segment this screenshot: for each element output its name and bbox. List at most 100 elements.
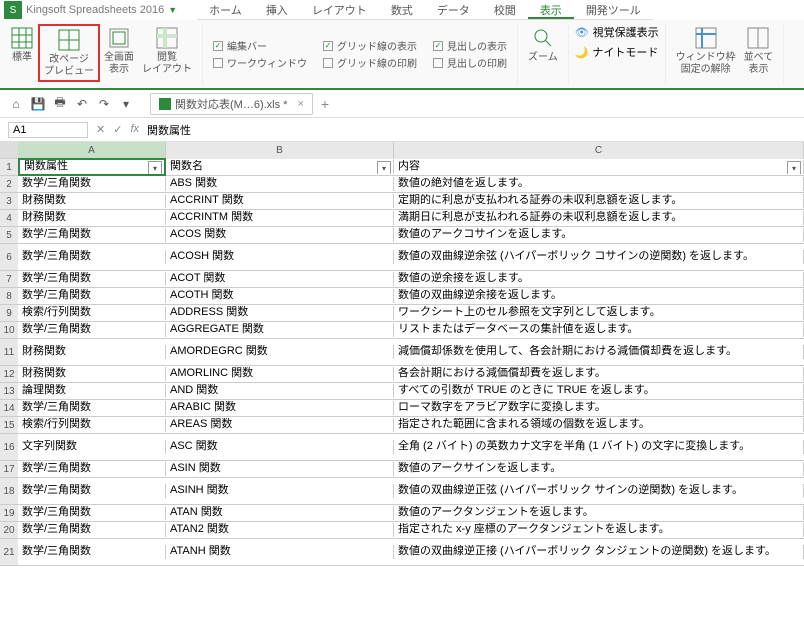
zoom-button[interactable]: ズーム bbox=[524, 24, 562, 66]
cell[interactable]: すべての引数が TRUE のときに TRUE を返します。 bbox=[394, 384, 804, 397]
show-option-グリッド線の表示[interactable]: ✓グリッド線の表示 bbox=[323, 38, 417, 53]
print-icon[interactable]: 🖶 bbox=[52, 96, 68, 112]
tab-開発ツール[interactable]: 開発ツール bbox=[574, 0, 653, 19]
row-header[interactable]: 4 bbox=[0, 210, 18, 227]
cell[interactable]: ワークシート上のセル参照を文字列として返します。 bbox=[394, 306, 804, 319]
cell[interactable]: 数値の双曲線逆正弦 (ハイパーボリック サインの逆関数) を返します。 bbox=[394, 484, 804, 497]
view-page-break-preview[interactable]: 改ページ プレビュー bbox=[38, 24, 100, 82]
cell[interactable]: 数値の逆余接を返します。 bbox=[394, 272, 804, 285]
cell[interactable]: ACOSH 関数 bbox=[166, 250, 394, 263]
cell[interactable]: 財務関数 bbox=[18, 194, 166, 207]
cell[interactable]: 数学/三角関数 bbox=[18, 401, 166, 414]
view-reading-layout[interactable]: 閲覧 レイアウト bbox=[138, 24, 196, 82]
cell[interactable]: 数学/三角関数 bbox=[18, 272, 166, 285]
cell[interactable]: 数学/三角関数 bbox=[18, 250, 166, 263]
cell[interactable]: ACOTH 関数 bbox=[166, 289, 394, 302]
cell[interactable]: ATAN 関数 bbox=[166, 506, 394, 519]
app-dropdown-icon[interactable]: ▼ bbox=[168, 5, 177, 15]
cell[interactable]: 数値の双曲線逆余弦 (ハイパーボリック コサインの逆関数) を返します。 bbox=[394, 250, 804, 263]
row-header[interactable]: 5 bbox=[0, 227, 18, 244]
cell[interactable]: AREAS 関数 bbox=[166, 418, 394, 431]
cell[interactable]: ARABIC 関数 bbox=[166, 401, 394, 414]
accept-icon[interactable]: ✓ bbox=[113, 123, 122, 136]
vision-protect[interactable]: 👁 視覚保護表示 bbox=[575, 24, 659, 40]
cell[interactable]: 数学/三角関数 bbox=[18, 506, 166, 519]
view-normal[interactable]: 標準 bbox=[6, 24, 38, 82]
tab-校閲[interactable]: 校閲 bbox=[482, 0, 528, 19]
show-option-編集バー[interactable]: ✓編集バー bbox=[213, 38, 307, 53]
cell[interactable]: AMORLINC 関数 bbox=[166, 367, 394, 380]
cell[interactable]: AMORDEGRC 関数 bbox=[166, 345, 394, 358]
row-header[interactable]: 15 bbox=[0, 417, 18, 434]
add-tab-button[interactable]: + bbox=[321, 96, 329, 112]
cell-reference-input[interactable] bbox=[8, 122, 88, 138]
cell[interactable]: 数値のアークコサインを返します。 bbox=[394, 228, 804, 241]
cell[interactable]: ASINH 関数 bbox=[166, 484, 394, 497]
formula-content[interactable]: 関数属性 bbox=[147, 122, 191, 138]
cell[interactable]: 数値の双曲線逆正接 (ハイパーボリック タンジェントの逆関数) を返します。 bbox=[394, 545, 804, 558]
cell[interactable]: 検索/行列関数 bbox=[18, 418, 166, 431]
cell[interactable]: 満期日に利息が支払われる証券の未収利息額を返します。 bbox=[394, 211, 804, 224]
row-header[interactable]: 8 bbox=[0, 288, 18, 305]
row-header[interactable]: 19 bbox=[0, 505, 18, 522]
cell[interactable]: 検索/行列関数 bbox=[18, 306, 166, 319]
cell[interactable]: ATANH 関数 bbox=[166, 545, 394, 558]
show-option-見出しの表示[interactable]: ✓見出しの表示 bbox=[433, 38, 507, 53]
cell[interactable]: AGGREGATE 関数 bbox=[166, 323, 394, 336]
show-option-グリッド線の印刷[interactable]: グリッド線の印刷 bbox=[323, 55, 417, 70]
row-header[interactable]: 17 bbox=[0, 461, 18, 478]
cell[interactable]: 数学/三角関数 bbox=[18, 462, 166, 475]
tab-数式[interactable]: 数式 bbox=[379, 0, 425, 19]
cell[interactable]: ASIN 関数 bbox=[166, 462, 394, 475]
cell[interactable]: 数学/三角関数 bbox=[18, 545, 166, 558]
freeze-panes[interactable]: ウィンドウ枠 固定の解除 bbox=[672, 24, 740, 78]
cell[interactable]: 数値の双曲線逆余接を返します。 bbox=[394, 289, 804, 302]
filter-arrow-icon[interactable]: ▾ bbox=[377, 161, 391, 173]
cell[interactable]: 減価償却係数を使用して、各会計期における減価償却費を返します。 bbox=[394, 345, 804, 358]
cell[interactable]: 各会計期における減価償却費を返します。 bbox=[394, 367, 804, 380]
row-header[interactable]: 1 bbox=[0, 159, 18, 176]
cell[interactable]: 定期的に利息が支払われる証券の未収利息額を返します。 bbox=[394, 194, 804, 207]
show-option-見出しの印刷[interactable]: 見出しの印刷 bbox=[433, 55, 507, 70]
cell[interactable]: ACOS 関数 bbox=[166, 228, 394, 241]
close-tab-icon[interactable]: × bbox=[297, 98, 303, 110]
cell[interactable]: ローマ数字をアラビア数字に変換します。 bbox=[394, 401, 804, 414]
cell[interactable]: ACCRINTM 関数 bbox=[166, 211, 394, 224]
select-all-corner[interactable] bbox=[0, 142, 18, 159]
tab-ホーム[interactable]: ホーム bbox=[197, 0, 254, 19]
row-header[interactable]: 12 bbox=[0, 366, 18, 383]
cell[interactable]: 財務関数 bbox=[18, 211, 166, 224]
fx-icon[interactable]: fx bbox=[130, 123, 139, 136]
cell[interactable]: 数学/三角関数 bbox=[18, 228, 166, 241]
arrange-windows[interactable]: 並べて 表示 bbox=[740, 24, 778, 78]
row-header[interactable]: 13 bbox=[0, 383, 18, 400]
tab-データ[interactable]: データ bbox=[425, 0, 482, 19]
cell-a1[interactable]: 関数属性 ▾ bbox=[18, 158, 166, 175]
redo-icon[interactable]: ↷ bbox=[96, 96, 112, 112]
row-header[interactable]: 21 bbox=[0, 539, 18, 566]
cell[interactable]: AND 関数 bbox=[166, 384, 394, 397]
row-header[interactable]: 18 bbox=[0, 478, 18, 505]
cell[interactable]: 数学/三角関数 bbox=[18, 177, 166, 190]
cell[interactable]: 数学/三角関数 bbox=[18, 523, 166, 536]
row-header[interactable]: 9 bbox=[0, 305, 18, 322]
cell[interactable]: リストまたはデータベースの集計値を返します。 bbox=[394, 323, 804, 336]
cell[interactable]: ABS 関数 bbox=[166, 177, 394, 190]
cell-c1[interactable]: 内容 ▾ bbox=[394, 160, 804, 173]
save-icon[interactable]: 💾 bbox=[30, 96, 46, 112]
cell[interactable]: 数学/三角関数 bbox=[18, 289, 166, 302]
cell[interactable]: 財務関数 bbox=[18, 345, 166, 358]
cell[interactable]: ASC 関数 bbox=[166, 440, 394, 453]
tab-表示[interactable]: 表示 bbox=[528, 0, 574, 19]
cell[interactable]: 数値のアークタンジェントを返します。 bbox=[394, 506, 804, 519]
filter-arrow-icon[interactable]: ▾ bbox=[787, 161, 801, 173]
cell[interactable]: ADDRESS 関数 bbox=[166, 306, 394, 319]
filter-arrow-icon[interactable]: ▾ bbox=[148, 161, 162, 175]
cell[interactable]: 数値の絶対値を返します。 bbox=[394, 177, 804, 190]
row-header[interactable]: 11 bbox=[0, 339, 18, 366]
night-mode[interactable]: 🌙 ナイトモード bbox=[575, 44, 659, 60]
file-tab[interactable]: 関数対応表(M…6).xls * × bbox=[150, 93, 313, 115]
row-header[interactable]: 16 bbox=[0, 434, 18, 461]
cell[interactable]: ACOT 関数 bbox=[166, 272, 394, 285]
cell[interactable]: 数学/三角関数 bbox=[18, 323, 166, 336]
